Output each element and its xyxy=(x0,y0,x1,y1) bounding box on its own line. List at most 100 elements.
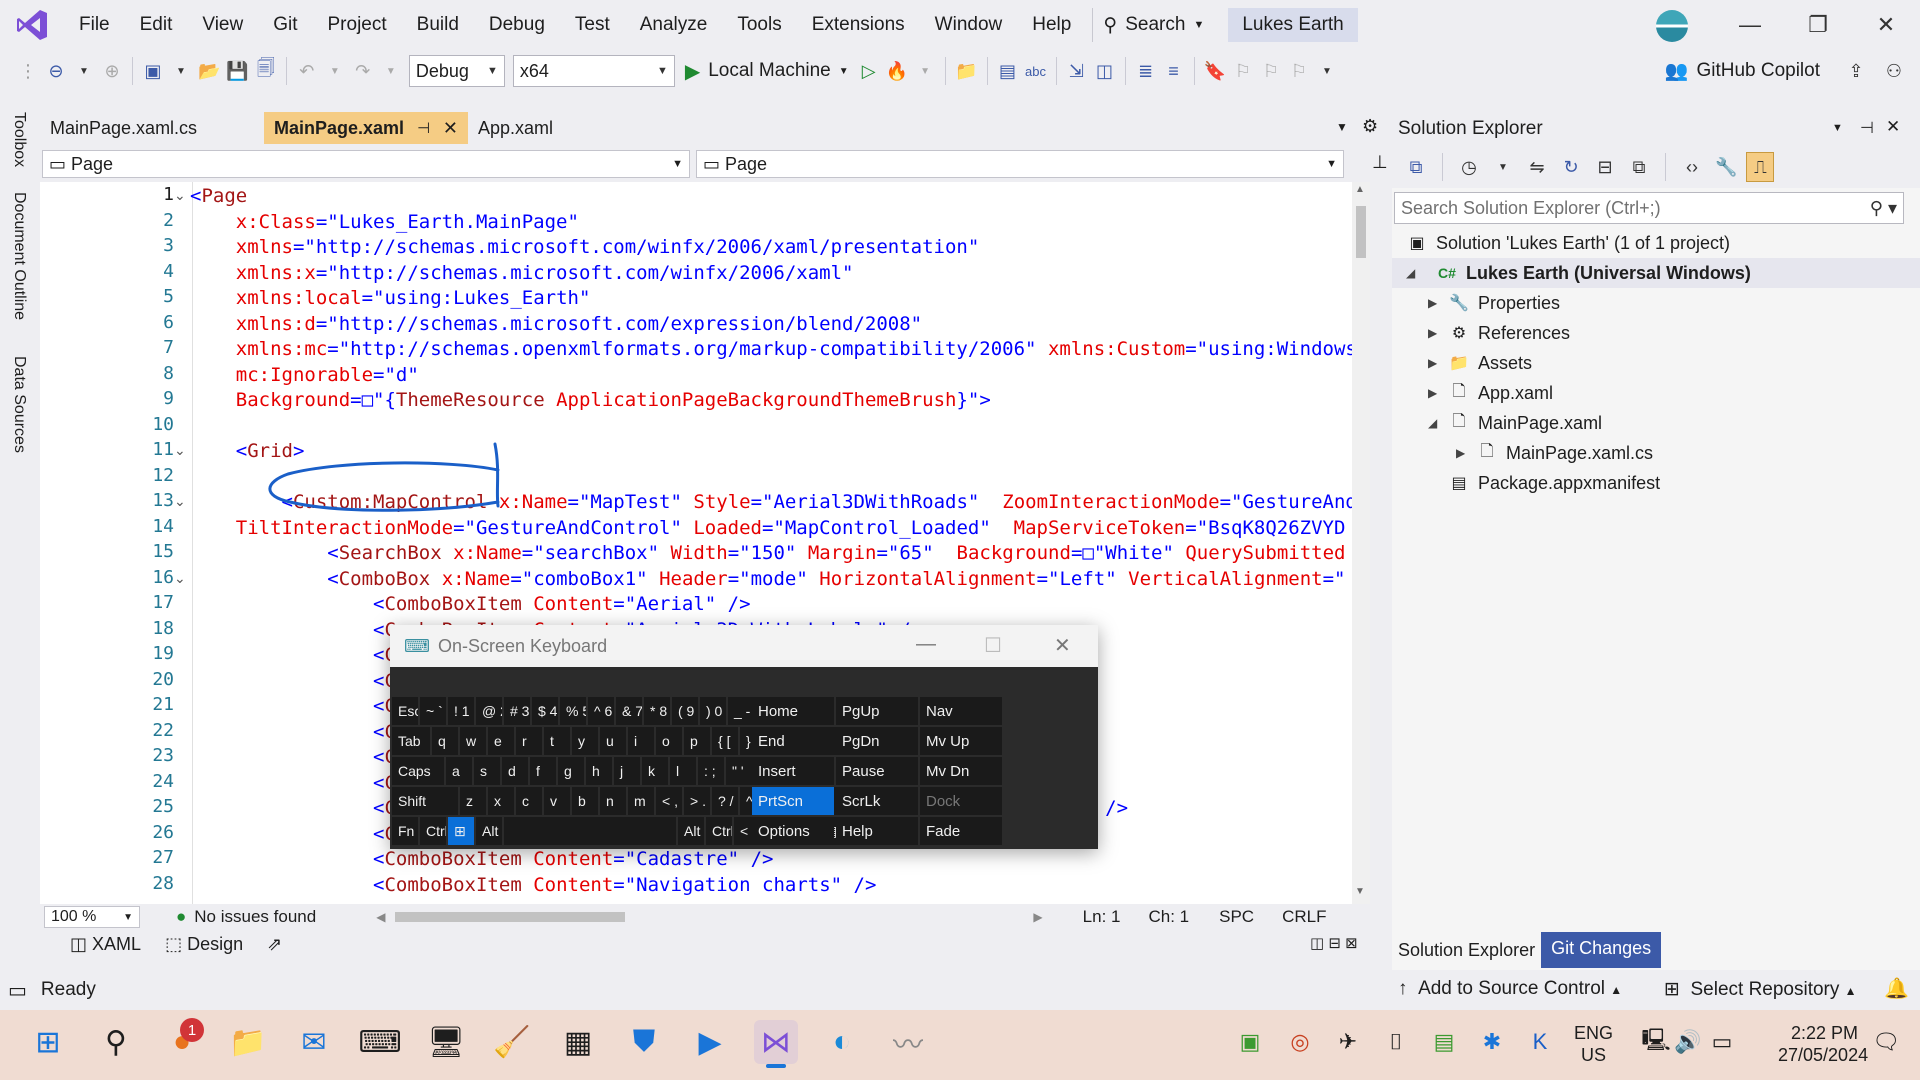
uncomment-icon[interactable]: ≡ xyxy=(1160,56,1188,86)
source-control-button[interactable]: ↑ Add to Source Control ▲ xyxy=(1398,978,1622,1000)
data-sources-tab[interactable]: Data Sources xyxy=(10,356,28,453)
windows-start-icon[interactable]: ⊞ xyxy=(26,1020,70,1064)
osk-key[interactable]: < , xyxy=(656,787,682,815)
clock[interactable]: 2:22 PM 27/05/2024 xyxy=(1778,1022,1868,1066)
osk-key[interactable]: d xyxy=(502,757,528,785)
menu-build[interactable]: Build xyxy=(402,0,474,50)
tab-xaml[interactable]: ◫ XAML xyxy=(70,934,141,955)
osk-key-end[interactable]: End xyxy=(752,727,834,755)
chevron-down-icon[interactable]: ▼ xyxy=(321,56,349,86)
next-bookmark-icon[interactable]: ⚐ xyxy=(1257,56,1285,86)
pin-icon[interactable]: ⊣ xyxy=(1860,118,1874,138)
osk-key[interactable]: v xyxy=(544,787,570,815)
fold-icon[interactable]: ⌄ xyxy=(174,570,186,587)
menu-tools[interactable]: Tools xyxy=(722,0,796,50)
osk-key[interactable]: h xyxy=(586,757,612,785)
horizontal-scroll-thumb[interactable] xyxy=(395,912,626,922)
configuration-select[interactable]: Debug ▼ xyxy=(408,55,505,87)
bookmark-icon[interactable]: 🔖 xyxy=(1201,56,1229,86)
tray-app-icon[interactable]: K xyxy=(1518,1020,1562,1064)
save-all-icon[interactable]: 🗐 xyxy=(252,56,280,86)
code-line[interactable]: <C xyxy=(190,771,396,797)
restore-icon[interactable]: ❐ xyxy=(1784,0,1852,50)
preview-icon[interactable]: ⎍ xyxy=(1746,152,1775,182)
code-line[interactable]: <C xyxy=(190,745,396,771)
osk-key[interactable]: * 8 xyxy=(644,697,670,725)
feedback-icon[interactable]: ⚇ xyxy=(1880,56,1908,86)
vertical-scrollbar[interactable]: ▲ ▼ xyxy=(1352,182,1370,904)
tab-git-changes[interactable]: Git Changes xyxy=(1541,932,1662,968)
scroll-down-icon[interactable]: ▼ xyxy=(1355,886,1365,897)
tree-item-references[interactable]: ▶ ⚙ References xyxy=(1392,318,1920,348)
osk-key[interactable]: ? / xyxy=(712,787,738,815)
tree-item-app-xaml[interactable]: ▶ 🗋 App.xaml xyxy=(1392,378,1920,408)
osk-key[interactable]: Ctrl xyxy=(706,817,732,845)
step-icon[interactable]: ⇲ xyxy=(1063,56,1091,86)
bluetooth-icon[interactable]: ✱ xyxy=(1470,1020,1514,1064)
osk-key[interactable]: l xyxy=(670,757,696,785)
app-icon[interactable]: ▦ xyxy=(556,1020,600,1064)
new-project-icon[interactable]: ▣ xyxy=(139,56,167,86)
osk-key[interactable]: s xyxy=(474,757,500,785)
osk-key[interactable]: a xyxy=(446,757,472,785)
osk-key[interactable]: ^ 6 xyxy=(588,697,614,725)
properties-icon[interactable]: 🔧 xyxy=(1712,152,1740,182)
windows-key-icon[interactable]: ⊞ xyxy=(448,817,474,845)
osk-key[interactable]: g xyxy=(558,757,584,785)
platform-select[interactable]: x64 ▼ xyxy=(512,55,675,87)
code-line[interactable]: xmlns:d="http://schemas.microsoft.com/ex… xyxy=(190,312,922,338)
search-button[interactable]: ⚲ Search ▼ xyxy=(1092,8,1214,42)
collapsed-icon[interactable]: ▶ xyxy=(1428,386,1437,400)
osk-key[interactable]: Esc xyxy=(392,697,418,725)
code-line[interactable]: <C xyxy=(190,694,396,720)
osk-key-pgdn[interactable]: PgDn xyxy=(836,727,918,755)
osk-key[interactable]: t xyxy=(544,727,570,755)
osk-key-dock[interactable]: Dock xyxy=(920,787,1002,815)
output-icon[interactable]: ▭ xyxy=(8,978,27,1003)
menu-analyze[interactable]: Analyze xyxy=(625,0,723,50)
line-ending-indicator[interactable]: CRLF xyxy=(1282,907,1326,927)
osk-key-options[interactable]: Options xyxy=(752,817,834,845)
osk-key[interactable]: i xyxy=(628,727,654,755)
whitespace-indicator[interactable]: SPC xyxy=(1219,907,1254,927)
osk-key[interactable]: ) 0 xyxy=(700,697,726,725)
notifications-icon[interactable]: 🗨 xyxy=(1864,1020,1908,1064)
menu-git[interactable]: Git xyxy=(258,0,312,50)
osk-key[interactable]: b xyxy=(572,787,598,815)
close-icon[interactable]: ✕ xyxy=(1886,117,1900,137)
keyboard-app-icon[interactable]: ⌨ xyxy=(358,1020,402,1064)
cleaner-icon[interactable]: 🧹 xyxy=(490,1020,534,1064)
pin-icon[interactable]: ⊣ xyxy=(417,119,430,137)
osk-key[interactable]: Fn xyxy=(392,817,418,845)
chevron-down-icon[interactable]: ▼ xyxy=(167,56,195,86)
osk-key-help[interactable]: Help xyxy=(836,817,918,845)
collapsed-icon[interactable]: ▶ xyxy=(1428,356,1437,370)
osk-key[interactable]: k xyxy=(642,757,668,785)
visual-studio-taskbar-icon[interactable]: ⋈ xyxy=(754,1020,798,1064)
code-line[interactable]: <ComboBoxItem Content="Aerial" /> xyxy=(190,592,751,618)
menu-view[interactable]: View xyxy=(187,0,258,50)
menu-test[interactable]: Test xyxy=(560,0,625,50)
osk-key-insert[interactable]: Insert xyxy=(752,757,834,785)
type-dropdown[interactable]: ▭ Page ▼ xyxy=(42,150,690,178)
column-indicator[interactable]: Ch: 1 xyxy=(1148,907,1189,927)
osk-key-fade[interactable]: Fade xyxy=(920,817,1002,845)
osk-caps-key[interactable]: Caps xyxy=(392,757,444,785)
scroll-right-icon[interactable]: ▶ xyxy=(1033,910,1042,924)
search-icon[interactable]: ⚲ xyxy=(94,1020,138,1064)
chevron-down-icon[interactable]: ▼ xyxy=(1336,120,1348,134)
avatar[interactable] xyxy=(1656,10,1688,42)
code-line[interactable]: <C xyxy=(190,822,396,848)
layout-icon[interactable]: ▤ xyxy=(994,56,1022,86)
remote-desktop-icon[interactable]: 🖥 xyxy=(424,1020,468,1064)
menu-edit[interactable]: Edit xyxy=(125,0,188,50)
tray-app-icon[interactable]: ◎ xyxy=(1278,1020,1322,1064)
tab-design[interactable]: ⬚ Design xyxy=(165,934,243,955)
issues-indicator[interactable]: No issues found xyxy=(194,907,316,927)
chevron-down-icon[interactable]: ▼ xyxy=(1832,122,1843,134)
chevron-down-icon[interactable]: ▼ xyxy=(1489,152,1517,182)
code-line[interactable]: xmlns:mc="http://schemas.openxmlformats.… xyxy=(190,337,1357,363)
osk-key[interactable]: ! 1 xyxy=(448,697,474,725)
collapsed-icon[interactable]: ▶ xyxy=(1428,326,1437,340)
scroll-left-icon[interactable]: ◀ xyxy=(376,910,385,924)
